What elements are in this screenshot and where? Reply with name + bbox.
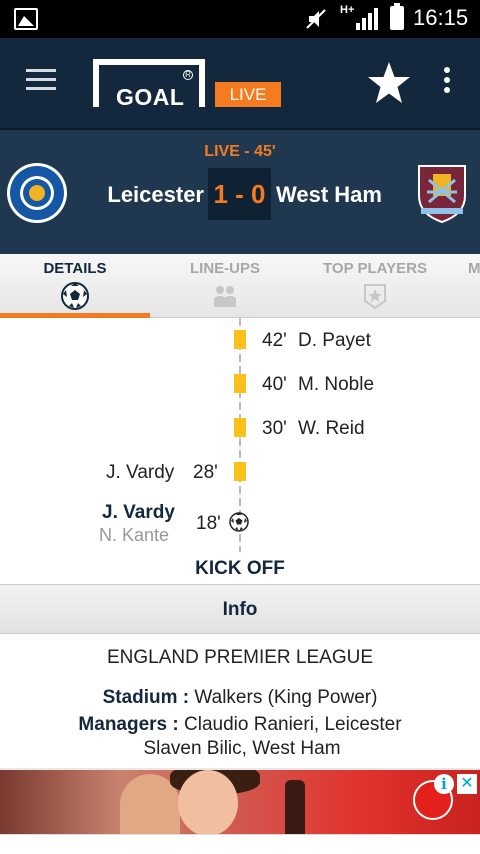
event-minute: 30'	[262, 418, 287, 439]
tab-more[interactable]: M	[468, 254, 480, 318]
match-status: LIVE - 45'	[204, 143, 276, 160]
leicester-crest-icon[interactable]	[6, 162, 68, 224]
managers-label: Managers :	[78, 714, 179, 735]
tab-details[interactable]: DETAILS	[0, 254, 150, 318]
ad-close-icon[interactable]: ✕	[457, 774, 477, 794]
mute-icon	[306, 9, 326, 29]
gallery-icon	[14, 8, 38, 30]
signal-icon	[356, 8, 378, 30]
tab-bar: DETAILS LINE-UPS TOP PLAYERS M	[0, 254, 480, 318]
status-bar: H+ 16:15	[0, 0, 480, 38]
favorite-star-icon[interactable]	[366, 60, 412, 106]
bottom-strip	[0, 834, 480, 854]
clock: 16:15	[413, 5, 469, 30]
app-bar: GOAL R LIVE	[0, 38, 480, 128]
event-player: W. Reid	[298, 418, 365, 439]
players-icon	[214, 286, 236, 307]
kickoff-label: KICK OFF	[195, 558, 285, 579]
event-player: D. Payet	[298, 330, 371, 351]
info-header: Info	[0, 584, 480, 634]
score: 1 - 0	[208, 168, 271, 220]
ad-image-person	[178, 770, 238, 834]
event-minute: 40'	[262, 374, 287, 395]
tab-label: M	[468, 260, 480, 277]
overflow-menu-icon[interactable]	[441, 67, 453, 97]
managers-row: Managers : Claudio Ranieri, Leicester	[0, 714, 480, 736]
event-player: J. Vardy	[106, 462, 175, 483]
tab-line-ups[interactable]: LINE-UPS	[150, 254, 300, 318]
stadium-label: Stadium :	[102, 687, 190, 708]
match-header: LIVE - 45' Leicester 1 - 0 West Ham	[0, 128, 480, 254]
ad-image-bottle	[285, 780, 305, 834]
ad-info-icon[interactable]: i	[434, 774, 454, 794]
tab-label: TOP PLAYERS	[323, 260, 427, 277]
event-player: M. Noble	[298, 374, 375, 395]
event-minute: 18'	[196, 513, 221, 534]
stadium-value: Walkers (King Power)	[194, 687, 378, 708]
match-timeline: 42' D. Payet 40' M. Noble 30' W. Reid J.…	[0, 318, 480, 584]
league-name: ENGLAND PREMIER LEAGUE	[106, 647, 374, 668]
network-type: H+	[340, 4, 355, 16]
stadium-row: Stadium : Walkers (King Power)	[0, 687, 480, 709]
home-team-name: Leicester	[107, 182, 204, 207]
yellow-card-icon	[234, 330, 246, 349]
event-minute: 28'	[193, 462, 218, 483]
event-minute: 42'	[262, 330, 287, 351]
yellow-card-icon	[234, 462, 246, 481]
managers-away: Slaven Bilic, West Ham	[143, 738, 341, 759]
battery-icon	[390, 3, 404, 30]
ad-banner[interactable]: i ✕	[0, 768, 480, 834]
goal-scorer: J. Vardy	[102, 502, 175, 523]
yellow-card-icon	[234, 374, 246, 393]
menu-icon[interactable]	[26, 69, 56, 93]
goal-ball-icon	[229, 512, 249, 532]
soccer-ball-icon	[61, 282, 89, 310]
tab-label: LINE-UPS	[189, 260, 260, 277]
registered-mark: R	[183, 70, 193, 80]
live-badge: LIVE	[215, 82, 281, 107]
west-ham-crest-icon[interactable]	[411, 162, 473, 224]
away-team-name: West Ham	[276, 182, 382, 207]
star-badge-icon	[364, 284, 386, 310]
tab-top-players[interactable]: TOP PLAYERS	[300, 254, 450, 318]
goal-assist: N. Kante	[99, 525, 170, 545]
goal-logo: GOAL	[116, 84, 185, 110]
tab-label: DETAILS	[43, 260, 107, 277]
managers-home: Claudio Ranieri, Leicester	[184, 714, 402, 735]
yellow-card-icon	[234, 418, 246, 437]
